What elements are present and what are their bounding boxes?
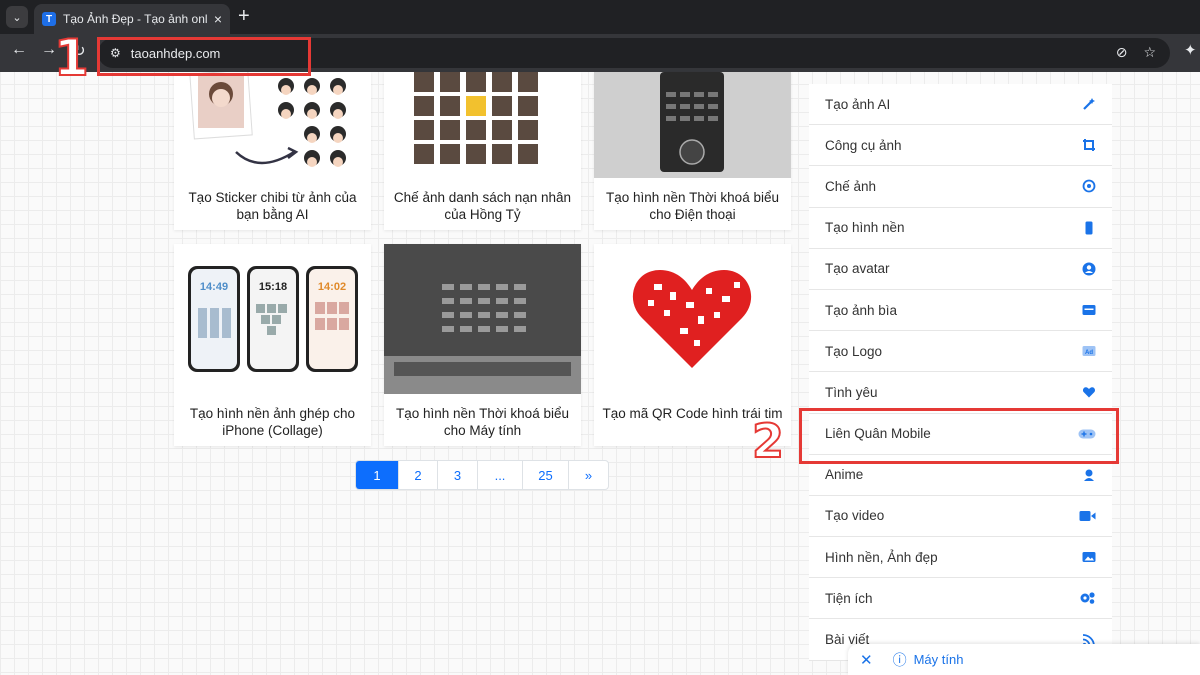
- step-number-1: 1: [53, 29, 90, 87]
- bookmark-star-icon[interactable]: ☆: [1143, 44, 1156, 61]
- menu-item-label: Tiện ích: [825, 590, 873, 606]
- menu-item-tao-logo[interactable]: Tạo Logo Ad: [809, 331, 1112, 373]
- highlight-lien-quan-mobile: [799, 408, 1119, 464]
- menu-item-tien-ich[interactable]: Tiện ích: [809, 578, 1112, 620]
- menu-item-label: Hình nền, Ảnh đẹp: [825, 549, 938, 565]
- faces-thumbnail: [384, 72, 581, 182]
- menu-item-tao-hinh-nen[interactable]: Tạo hình nền: [809, 208, 1112, 249]
- menu-item-tao-avatar[interactable]: Tạo avatar: [809, 249, 1112, 290]
- timetable-desktop-thumbnail: [384, 244, 581, 394]
- menu-item-label: Tạo hình nền: [825, 220, 905, 236]
- menu-item-label: Công cụ ảnh: [825, 137, 902, 153]
- card-title: Tạo hình nền Thời khoá biểu cho Điện tho…: [606, 190, 779, 222]
- user-circle-icon: [1082, 262, 1096, 276]
- highlight-address-bar: [97, 37, 311, 76]
- page-25[interactable]: 25: [522, 461, 568, 489]
- card-tkb-may-tinh[interactable]: Tạo hình nền Thời khoá biểu cho Máy tính: [384, 244, 581, 446]
- menu-item-label: Tạo Logo: [825, 343, 883, 359]
- svg-text:Ad: Ad: [1085, 350, 1093, 356]
- tab-title: Tạo Ảnh Đẹp - Tạo ảnh online v: [63, 12, 208, 26]
- menu-item-tao-anh-bia[interactable]: Tạo ảnh bìa: [809, 290, 1112, 332]
- photo-edit-icon: [1082, 179, 1096, 193]
- menu-item-label: Anime: [825, 467, 864, 483]
- card-title: Chế ảnh danh sách nạn nhân của Hồng Tỷ: [393, 190, 572, 222]
- menu-item-tao-anh-ai[interactable]: Tạo ảnh AI: [809, 84, 1112, 126]
- pagination: 1 2 3 ... 25 »: [355, 460, 609, 490]
- iphone-collage-thumbnail: 14:49 15:18 14:02: [174, 244, 371, 394]
- phone-time-2: 15:18: [259, 281, 287, 293]
- menu-item-label: Tình yêu: [825, 384, 878, 400]
- card-sticker-chibi[interactable]: Tạo Sticker chibi từ ảnh của bạn bằng AI: [174, 72, 371, 230]
- card-danh-sach[interactable]: Chế ảnh danh sách nạn nhân của Hồng Tỷ: [384, 72, 581, 230]
- lightning-circle-icon: ⓘ: [892, 651, 907, 668]
- menu-item-label: Tạo ảnh bìa: [825, 302, 898, 318]
- page-next[interactable]: »: [568, 461, 608, 489]
- card-title: Tạo Sticker chibi từ ảnh của bạn bằng AI: [188, 190, 357, 222]
- step-number-2: 2: [751, 414, 785, 468]
- sticker-thumbnail: [174, 72, 371, 182]
- eye-off-icon[interactable]: ⊘: [1116, 44, 1128, 61]
- menu-item-label: Chế ảnh: [825, 178, 877, 194]
- site-favicon: T: [42, 12, 56, 26]
- close-icon[interactable]: ×: [214, 11, 222, 27]
- bottom-device-bar: ✕ ⓘ Máy tính: [848, 644, 1200, 675]
- new-tab-button[interactable]: +: [238, 6, 250, 26]
- extensions-icon[interactable]: ✦: [1184, 41, 1200, 59]
- cover-icon: [1082, 303, 1096, 317]
- magic-wand-icon: [1082, 97, 1096, 111]
- phone-icon: [1082, 221, 1096, 235]
- menu-item-tao-video[interactable]: Tạo video: [809, 496, 1112, 538]
- phone-time-1: 14:49: [200, 281, 228, 293]
- gears-icon: [1079, 591, 1096, 605]
- card-collage-iphone[interactable]: 14:49 15:18 14:02 Tạo hình nền ảnh ghép …: [174, 244, 371, 446]
- phone-time-3: 14:02: [318, 281, 346, 293]
- image-icon: [1082, 550, 1096, 564]
- crop-icon: [1082, 138, 1096, 152]
- menu-item-label: Tạo ảnh AI: [825, 96, 891, 112]
- menu-item-hinh-nen-anh-dep[interactable]: Hình nền, Ảnh đẹp: [809, 537, 1112, 579]
- browser-tab-bar: ⌄ T Tạo Ảnh Đẹp - Tạo ảnh online v × +: [0, 0, 1200, 34]
- menu-item-label: Tạo video: [825, 508, 885, 524]
- page-1[interactable]: 1: [356, 461, 398, 489]
- close-icon[interactable]: ✕: [860, 651, 873, 669]
- heart-icon: [1082, 385, 1096, 399]
- card-title: Tạo hình nền Thời khoá biểu cho Máy tính: [396, 406, 569, 438]
- card-title: Tạo hình nền ảnh ghép cho iPhone (Collag…: [189, 406, 356, 438]
- back-icon[interactable]: ←: [8, 41, 30, 59]
- menu-item-label: Tạo avatar: [825, 261, 890, 277]
- anime-icon: [1082, 468, 1096, 482]
- page-3[interactable]: 3: [437, 461, 477, 489]
- category-menu: Tạo ảnh AI Công cụ ảnh Chế ảnh Tạo hình …: [809, 84, 1112, 661]
- card-tkb-dien-thoai[interactable]: Tạo hình nền Thời khoá biểu cho Điện tho…: [594, 72, 791, 230]
- tab-search-button[interactable]: ⌄: [6, 6, 28, 28]
- device-label[interactable]: Máy tính: [914, 652, 964, 667]
- page-2[interactable]: 2: [398, 461, 437, 489]
- menu-item-cong-cu-anh[interactable]: Công cụ ảnh: [809, 125, 1112, 167]
- menu-item-che-anh[interactable]: Chế ảnh: [809, 166, 1112, 208]
- qr-heart-thumbnail: [594, 244, 791, 394]
- timetable-phone-thumbnail: [594, 72, 791, 178]
- video-icon: [1079, 509, 1096, 523]
- page-ellipsis: ...: [477, 461, 522, 489]
- ad-icon: Ad: [1082, 344, 1096, 358]
